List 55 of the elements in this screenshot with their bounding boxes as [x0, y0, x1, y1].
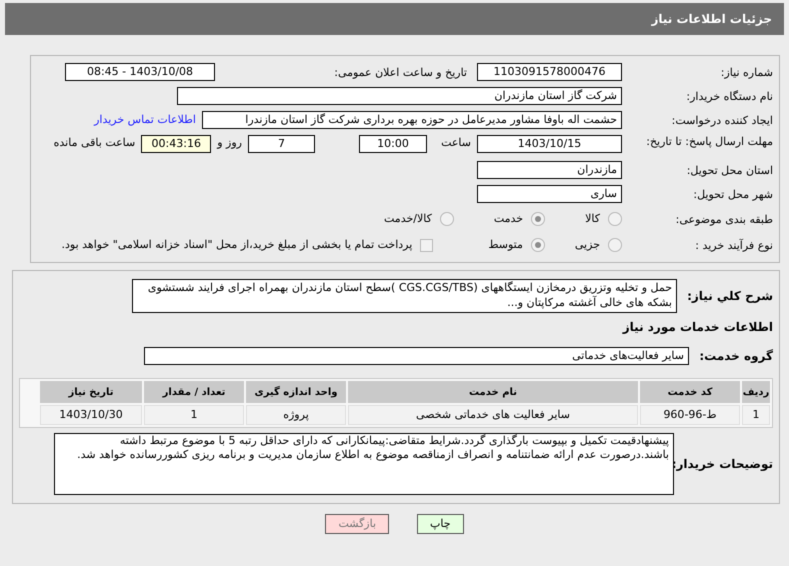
field-label: تاریخ و ساعت اعلان عمومی: [333, 66, 468, 78]
field-label: طبقه بندی موضوعی: [674, 212, 773, 226]
radio-button[interactable] [608, 238, 622, 252]
table-cell: 1403/10/30 [40, 405, 142, 425]
days-label: روز و [217, 135, 242, 151]
radio-label: جزیی [574, 236, 600, 253]
province-field[interactable]: مازندران [477, 161, 622, 179]
field-label: استان محل تحویل: [686, 164, 773, 176]
days-field[interactable]: 7 [248, 135, 315, 153]
field-label: شماره نیاز: [720, 66, 773, 78]
radio-label: کالا/خدمت [384, 210, 432, 227]
contact-link[interactable]: اطلاعات تماس خریدار [94, 112, 196, 128]
service-group-field[interactable]: سایر فعالیت‌های خدماتی [144, 347, 689, 365]
column-header: واحد اندازه گیری [246, 381, 346, 403]
notes-textarea[interactable]: پیشنهادقیمت تکمیل و بپیوست بارگذاری گردد.شرایط متقاضی:پیمانکارانی که دارای حداقل رتبه 5 با موضوع مرتبط داشته باشند.درصورت عدم ارائه ضمانتنامه و انصراف ازمناقصه موضوع به اطلاع سازمان مدیریت و برنامه ریزی کشوررسانده خواهد شد. [54, 433, 674, 495]
table-cell: 1 [144, 405, 244, 425]
column-header: نام خدمت [348, 381, 638, 403]
section-heading: اطلاعات خدمات مورد نیاز [621, 319, 773, 336]
remaining-time-field[interactable]: 00:43:16 [141, 135, 212, 153]
announce-date-field[interactable]: 1403/10/08 - 08:45 [65, 63, 215, 81]
field-label: مهلت ارسال پاسخ: تا تاریخ: [645, 135, 773, 148]
field-label: گروه خدمت: [698, 350, 773, 362]
radio-label: کالا [585, 210, 600, 227]
field-label: نام دستگاه خریدار: [685, 90, 773, 102]
column-header: ردیف [742, 381, 770, 403]
column-header: کد خدمت [640, 381, 740, 403]
print-button[interactable]: چاپ [417, 514, 464, 534]
need-number-field[interactable]: 1103091578000476 [477, 63, 622, 81]
field-label: شرح کلي نياز: [686, 290, 773, 302]
remaining-label: ساعت باقی مانده [54, 135, 136, 151]
table-cell: ط-96-960 [640, 405, 740, 425]
column-header: تاریخ نیاز [40, 381, 142, 403]
field-label: نوع فرآیند خرید : [694, 238, 773, 252]
radio-label: متوسط [488, 236, 523, 253]
city-field[interactable]: ساری [477, 185, 622, 203]
time-label: ساعت [440, 135, 471, 151]
table-cell: سایر فعالیت های خدماتی شخصی [348, 405, 638, 425]
radio-button[interactable] [531, 212, 546, 226]
deadline-date-field[interactable]: 1403/10/15 [477, 135, 622, 153]
radio-label: خدمت [494, 210, 524, 227]
column-header: تعداد / مقدار [144, 381, 244, 403]
radio-button[interactable] [440, 212, 454, 226]
field-label: ایجاد کننده درخواست: [670, 114, 773, 126]
table-cell: 1 [742, 405, 770, 425]
radio-button[interactable] [530, 238, 545, 252]
radio-button[interactable] [608, 212, 622, 226]
field-label: شهر محل تحویل: [692, 188, 773, 200]
checkbox[interactable] [420, 238, 434, 252]
deadline-time-field[interactable]: 10:00 [359, 135, 427, 153]
page-title: جزئیات اطلاعات نیاز [651, 11, 772, 28]
description-textarea[interactable]: حمل و تخلیه وتزریق درمخازن ایستگاههای (CGS.CGS/TBS )سطح استان مازندران بهمراه اجرای فرایند شستشوی بشکه های خالی آغشته مرکاپتان و... [132, 279, 677, 313]
buyer-field[interactable]: شرکت گاز استان مازندران [177, 87, 622, 105]
requester-field[interactable]: حشمت اله باوفا مشاور مدیرعامل در حوزه بهره برداری شرکت گاز استان مازندرا [202, 111, 622, 129]
checkbox-label: پرداخت تمام یا بخشی از مبلغ خرید،از محل "اسناد خزانه اسلامی" خواهد بود. [62, 236, 412, 253]
table-cell: پروژه [246, 405, 346, 425]
